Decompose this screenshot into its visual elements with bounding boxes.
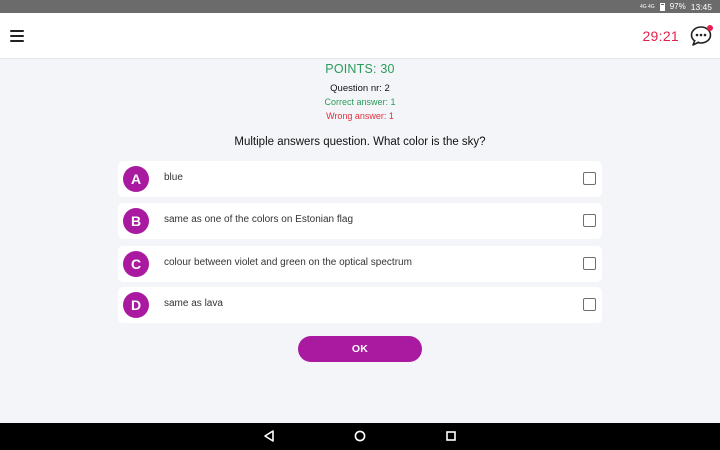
answer-checkbox[interactable] (583, 214, 596, 227)
answer-option-c[interactable]: C colour between violet and green on the… (118, 246, 602, 282)
wrong-answers-count: Wrong answer: 1 (326, 111, 394, 121)
points-score: POINTS: 30 (325, 62, 395, 76)
battery-level: 97% (669, 2, 686, 11)
back-triangle-icon[interactable] (262, 429, 276, 443)
signal-indicator: 4G 4G (639, 3, 655, 10)
navigation-bar (0, 423, 720, 450)
answer-option-a[interactable]: A blue (118, 161, 602, 197)
question-number: Question nr: 2 (330, 83, 390, 94)
answer-checkbox[interactable] (583, 257, 596, 270)
chat-bubble-icon[interactable] (690, 24, 714, 46)
home-circle-icon[interactable] (353, 429, 367, 443)
battery-icon (659, 2, 665, 11)
answer-letter-badge: B (123, 208, 149, 234)
answer-option-b[interactable]: B same as one of the colors on Estonian … (118, 203, 602, 239)
answer-text: same as one of the colors on Estonian fl… (164, 214, 354, 225)
answer-text: blue (164, 172, 183, 183)
answer-text: colour between violet and green on the o… (164, 257, 412, 268)
clock: 13:45 (690, 1, 712, 12)
answer-letter-badge: D (123, 292, 149, 318)
correct-answers-count: Correct answer: 1 (324, 97, 396, 107)
hamburger-menu-icon[interactable] (10, 30, 24, 42)
answer-checkbox[interactable] (583, 172, 596, 185)
recents-square-icon[interactable] (444, 429, 458, 443)
app-bar: 29:21 (0, 13, 720, 59)
question-text: Multiple answers question. What color is… (234, 136, 486, 148)
status-bar: 4G 4G 97% 13:45 (0, 0, 720, 13)
answer-text: same as lava (164, 298, 223, 309)
answer-checkbox[interactable] (583, 298, 596, 311)
answer-option-d[interactable]: D same as lava (118, 287, 602, 323)
answer-letter-badge: C (123, 251, 149, 277)
countdown-timer: 29:21 (642, 28, 679, 44)
answer-letter-badge: A (123, 166, 149, 192)
ok-button[interactable]: OK (298, 336, 422, 362)
